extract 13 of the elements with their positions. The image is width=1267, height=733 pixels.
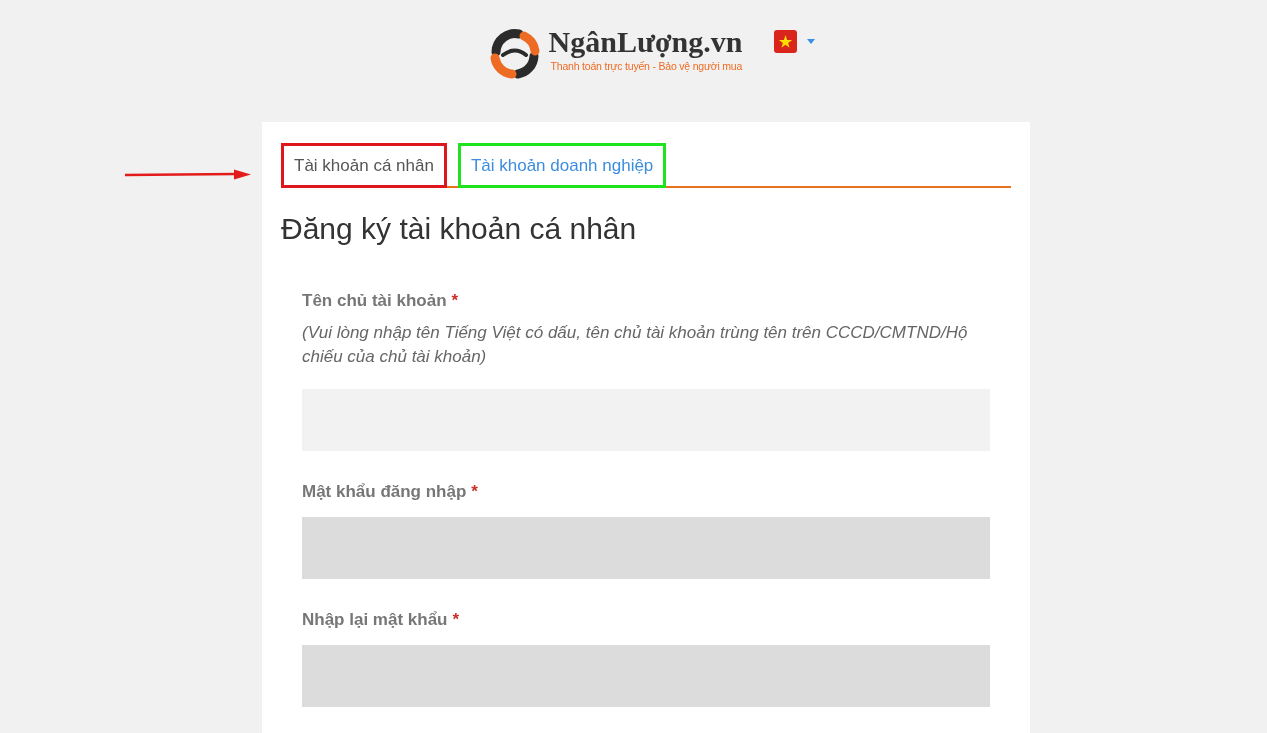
input-field[interactable] — [302, 645, 990, 707]
field-label: Nhập lại mật khẩu * — [302, 609, 461, 631]
caret-icon[interactable] — [807, 39, 816, 44]
page-heading: Đăng ký tài khoản cá nhân — [281, 211, 638, 247]
field-hint: (Vui lòng nhập tên Tiếng Việt có dấu, tên chủ tài khoản trùng tên trên CCCD/CMTND/Hộ chiếu của chủ tài khoản) — [302, 322, 969, 368]
field-label: Mật khẩu đăng nhập * — [302, 481, 479, 503]
flag-icon[interactable] — [774, 30, 798, 53]
tab[interactable]: Tài khoản doanh nghiệp — [457, 143, 667, 188]
logo-wordmark: NgânLượng.vn — [548, 24, 743, 60]
field-label: Tên chủ tài khoản * — [302, 290, 460, 312]
input-field[interactable] — [302, 517, 990, 579]
logo-tagline: Thanh toán trực tuyến - Bảo vệ người mua — [550, 60, 743, 72]
tab[interactable]: Tài khoản cá nhân — [281, 143, 447, 188]
